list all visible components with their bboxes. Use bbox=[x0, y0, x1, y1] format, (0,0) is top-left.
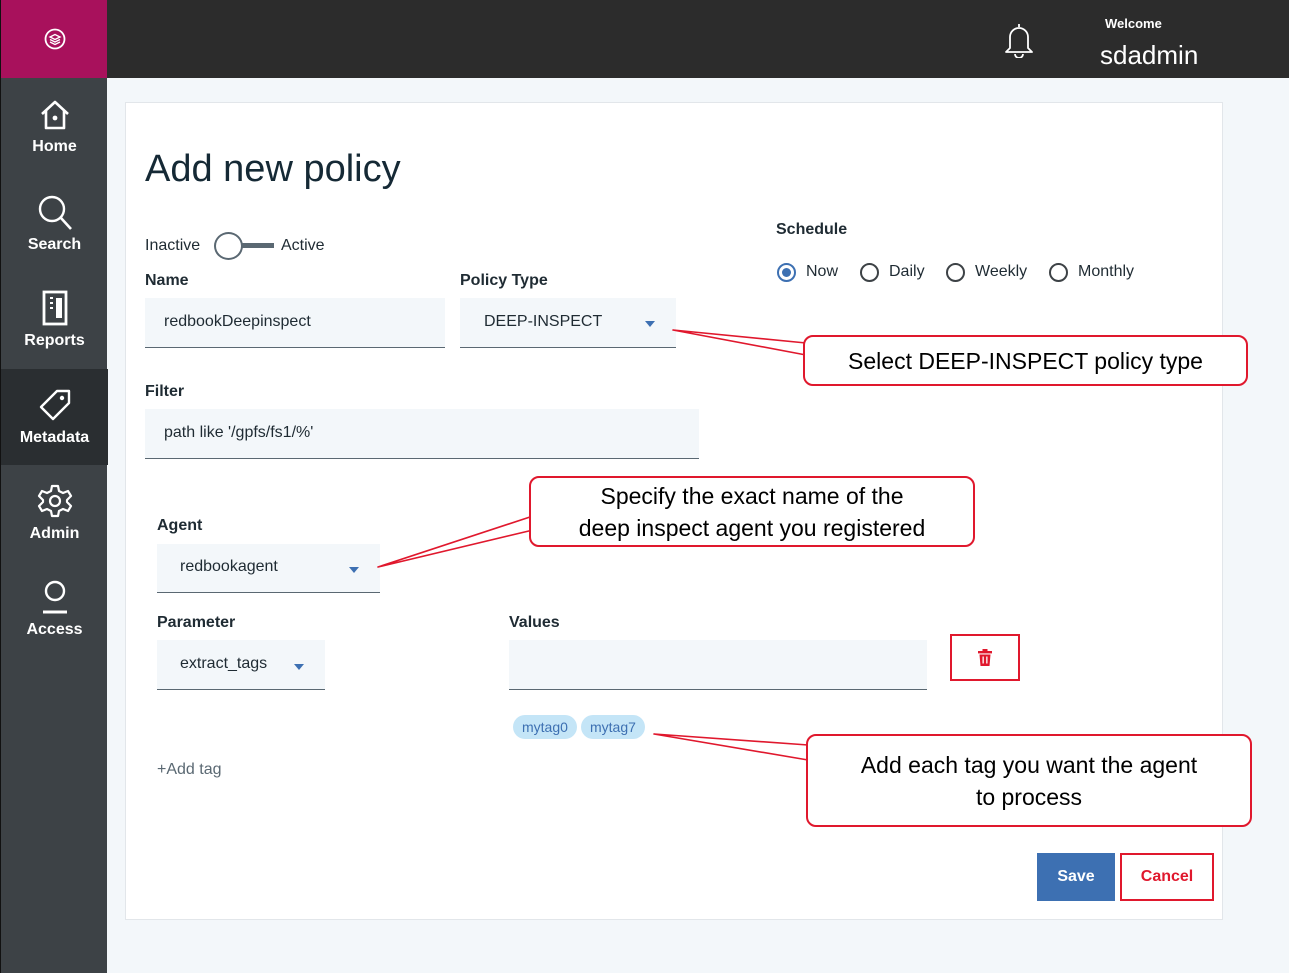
chevron-down-icon bbox=[349, 567, 359, 573]
values-label: Values bbox=[509, 614, 560, 631]
nav-label: Home bbox=[32, 138, 77, 155]
home-icon bbox=[40, 100, 69, 130]
add-tag-link[interactable]: +Add tag bbox=[157, 761, 222, 779]
callout-agent: Specify the exact name of the deep inspe… bbox=[529, 476, 975, 547]
agent-label: Agent bbox=[157, 517, 203, 534]
save-button[interactable]: Save bbox=[1037, 853, 1115, 901]
callout-agent-line1: Specify the exact name of the bbox=[600, 482, 904, 509]
toggle-knob bbox=[214, 232, 243, 260]
cancel-button[interactable]: Cancel bbox=[1120, 853, 1214, 901]
name-input[interactable]: redbookDeepinspect bbox=[145, 298, 445, 348]
toggle-on-label: Active bbox=[281, 237, 325, 254]
policy-type-label: Policy Type bbox=[460, 272, 548, 289]
reports-icon bbox=[42, 290, 67, 326]
username[interactable]: sdadmin bbox=[1100, 40, 1198, 71]
nav-metadata[interactable]: Metadata bbox=[1, 369, 108, 465]
callout-policy-type-text: Select DEEP-INSPECT policy type bbox=[848, 347, 1203, 374]
nav-reports[interactable]: Reports bbox=[1, 272, 108, 368]
schedule-option-now: Now bbox=[806, 263, 839, 280]
agent-select[interactable]: redbookagent bbox=[157, 544, 380, 593]
callout-policy-type: Select DEEP-INSPECT policy type bbox=[803, 335, 1248, 386]
nav-label: Reports bbox=[24, 332, 85, 349]
nav-label: Search bbox=[27, 236, 82, 253]
filter-label: Filter bbox=[145, 383, 185, 400]
schedule-option-daily: Daily bbox=[889, 263, 925, 280]
schedule-radio-monthly[interactable] bbox=[1049, 263, 1068, 282]
logo-icon bbox=[44, 28, 65, 50]
parameter-value: extract_tags bbox=[180, 655, 268, 672]
tag-chip[interactable]: mytag7 bbox=[581, 715, 645, 739]
callout-tags-line2: to process bbox=[975, 783, 1083, 810]
active-toggle[interactable] bbox=[214, 232, 276, 260]
schedule-option-monthly: Monthly bbox=[1078, 263, 1135, 280]
tag-chip[interactable]: mytag0 bbox=[513, 715, 577, 739]
filter-input[interactable]: path like '/gpfs/fs1/%' bbox=[145, 409, 699, 459]
app-logo[interactable] bbox=[1, 0, 108, 78]
welcome-label: Welcome bbox=[1105, 16, 1162, 31]
trash-icon bbox=[978, 648, 992, 666]
callout-tags-line1: Add each tag you want the agent bbox=[860, 751, 1198, 778]
nav-admin[interactable]: Admin bbox=[1, 465, 108, 561]
nav-access[interactable]: Access bbox=[1, 561, 108, 657]
tag-icon bbox=[39, 389, 70, 421]
nav-label: Metadata bbox=[19, 429, 90, 446]
schedule-radio-now[interactable] bbox=[777, 263, 796, 282]
parameter-label: Parameter bbox=[157, 614, 236, 631]
callout-agent-line2: deep inspect agent you registered bbox=[578, 514, 926, 541]
schedule-label: Schedule bbox=[776, 221, 848, 238]
search-icon bbox=[38, 195, 72, 230]
name-label: Name bbox=[145, 272, 189, 289]
gear-icon bbox=[37, 484, 72, 518]
parameter-select[interactable]: extract_tags bbox=[157, 640, 325, 690]
nav-search[interactable]: Search bbox=[1, 176, 108, 272]
page-title: Add new policy bbox=[145, 148, 401, 190]
values-input[interactable] bbox=[509, 640, 927, 690]
toggle-off-label: Inactive bbox=[145, 237, 201, 254]
name-value: redbookDeepinspect bbox=[164, 313, 311, 330]
schedule-option-weekly: Weekly bbox=[975, 263, 1028, 280]
chevron-down-icon bbox=[645, 321, 655, 327]
user-icon bbox=[42, 580, 67, 614]
nav-home[interactable]: Home bbox=[1, 80, 108, 176]
agent-value: redbookagent bbox=[180, 558, 278, 575]
nav-label: Admin bbox=[29, 525, 80, 542]
schedule-radio-daily[interactable] bbox=[860, 263, 879, 282]
side-nav: Home Search Reports Metadata Admin Acces… bbox=[0, 0, 108, 973]
filter-value: path like '/gpfs/fs1/%' bbox=[164, 424, 314, 441]
callout-tags: Add each tag you want the agent to proce… bbox=[806, 734, 1252, 827]
delete-parameter-button[interactable] bbox=[950, 634, 1020, 681]
top-bar: Welcome sdadmin bbox=[107, 0, 1289, 78]
chevron-down-icon bbox=[294, 664, 304, 670]
policy-type-value: DEEP-INSPECT bbox=[484, 313, 603, 330]
nav-label: Access bbox=[26, 621, 83, 638]
bell-icon bbox=[1005, 24, 1033, 59]
policy-type-select[interactable]: DEEP-INSPECT bbox=[460, 298, 676, 348]
notifications-button[interactable] bbox=[1003, 22, 1035, 63]
schedule-radio-weekly[interactable] bbox=[946, 263, 965, 282]
